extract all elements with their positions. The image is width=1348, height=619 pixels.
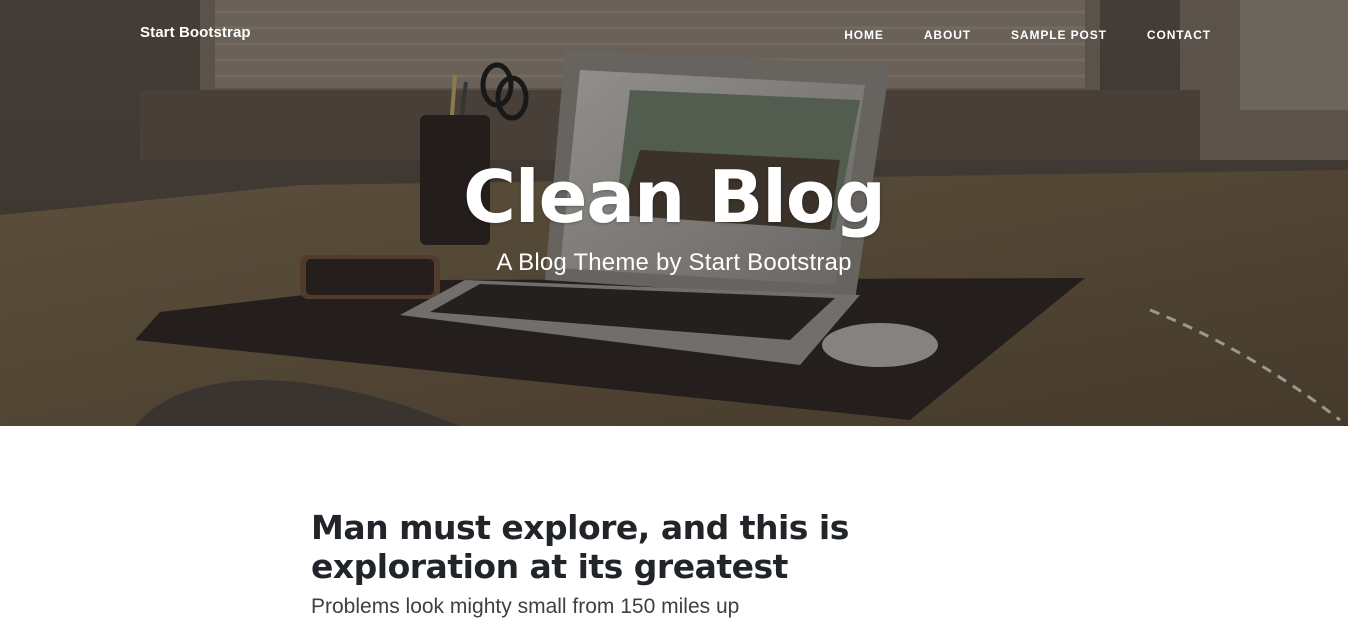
site-heading: Clean Blog A Blog Theme by Start Bootstr… [0,152,1348,278]
site-subheading: A Blog Theme by Start Bootstrap [496,249,852,276]
nav-item-about: About [884,26,971,44]
main-nav: Start Bootstrap Home About Sample Post C… [0,0,1348,68]
nav-item-sample-post: Sample Post [971,26,1107,44]
nav-link-home[interactable]: Home [844,28,884,42]
site-title: Clean Blog [463,155,886,239]
post-preview[interactable]: Man must explore, and this is exploratio… [311,508,931,619]
nav-links: Home About Sample Post Contact [804,26,1211,44]
nav-item-home: Home [804,26,884,44]
nav-link-sample-post[interactable]: Sample Post [1011,28,1107,42]
nav-item-contact: Contact [1107,26,1211,44]
masthead: Start Bootstrap Home About Sample Post C… [0,0,1348,426]
post-title[interactable]: Man must explore, and this is exploratio… [311,508,931,586]
navbar-brand[interactable]: Start Bootstrap [140,24,251,41]
nav-link-contact[interactable]: Contact [1147,28,1211,42]
page: Start Bootstrap Home About Sample Post C… [0,0,1348,619]
nav-link-about[interactable]: About [924,28,971,42]
main-content: Man must explore, and this is exploratio… [0,426,1348,619]
post-subtitle[interactable]: Problems look mighty small from 150 mile… [311,594,931,619]
